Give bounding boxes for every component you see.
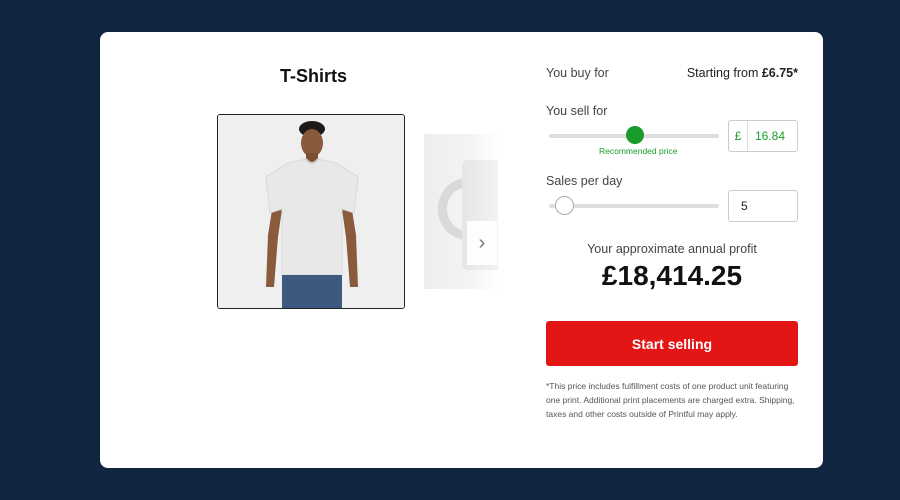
sales-slider-handle[interactable]	[555, 196, 574, 215]
annual-profit-value: £18,414.25	[601, 260, 743, 291]
profit-calculator-card: T-Shirts › You buy for Starting from £6.…	[100, 32, 823, 468]
annual-profit-label: Your approximate annual profit	[587, 242, 757, 256]
sales-slider-track[interactable]	[549, 204, 719, 208]
sell-price-slider-handle[interactable]	[626, 126, 644, 144]
recommended-price-label: Recommended price	[599, 146, 678, 156]
sell-price-input[interactable]: £ 16.84	[728, 120, 798, 152]
sales-per-day-label: Sales per day	[546, 174, 623, 188]
buy-price: Starting from £6.75*	[687, 66, 798, 80]
sell-price-value[interactable]: 16.84	[748, 129, 785, 143]
start-selling-button[interactable]: Start selling	[546, 321, 798, 366]
model-wearing-tshirt-image	[218, 115, 404, 308]
product-image-mug[interactable]	[424, 134, 498, 289]
sell-label: You sell for	[546, 104, 608, 118]
currency-symbol: £	[729, 121, 748, 151]
product-title: T-Shirts	[280, 66, 348, 86]
carousel-next-button[interactable]: ›	[467, 221, 497, 265]
chevron-right-icon: ›	[478, 231, 486, 254]
product-image-tshirt[interactable]	[217, 114, 405, 309]
buy-price-prefix: Starting from	[686, 66, 762, 80]
buy-label: You buy for	[546, 66, 609, 80]
sales-per-day-input[interactable]: 5	[728, 190, 798, 222]
buy-price-amount: £6.75*	[761, 66, 798, 80]
price-disclaimer: *This price includes fulfillment costs o…	[546, 381, 795, 419]
